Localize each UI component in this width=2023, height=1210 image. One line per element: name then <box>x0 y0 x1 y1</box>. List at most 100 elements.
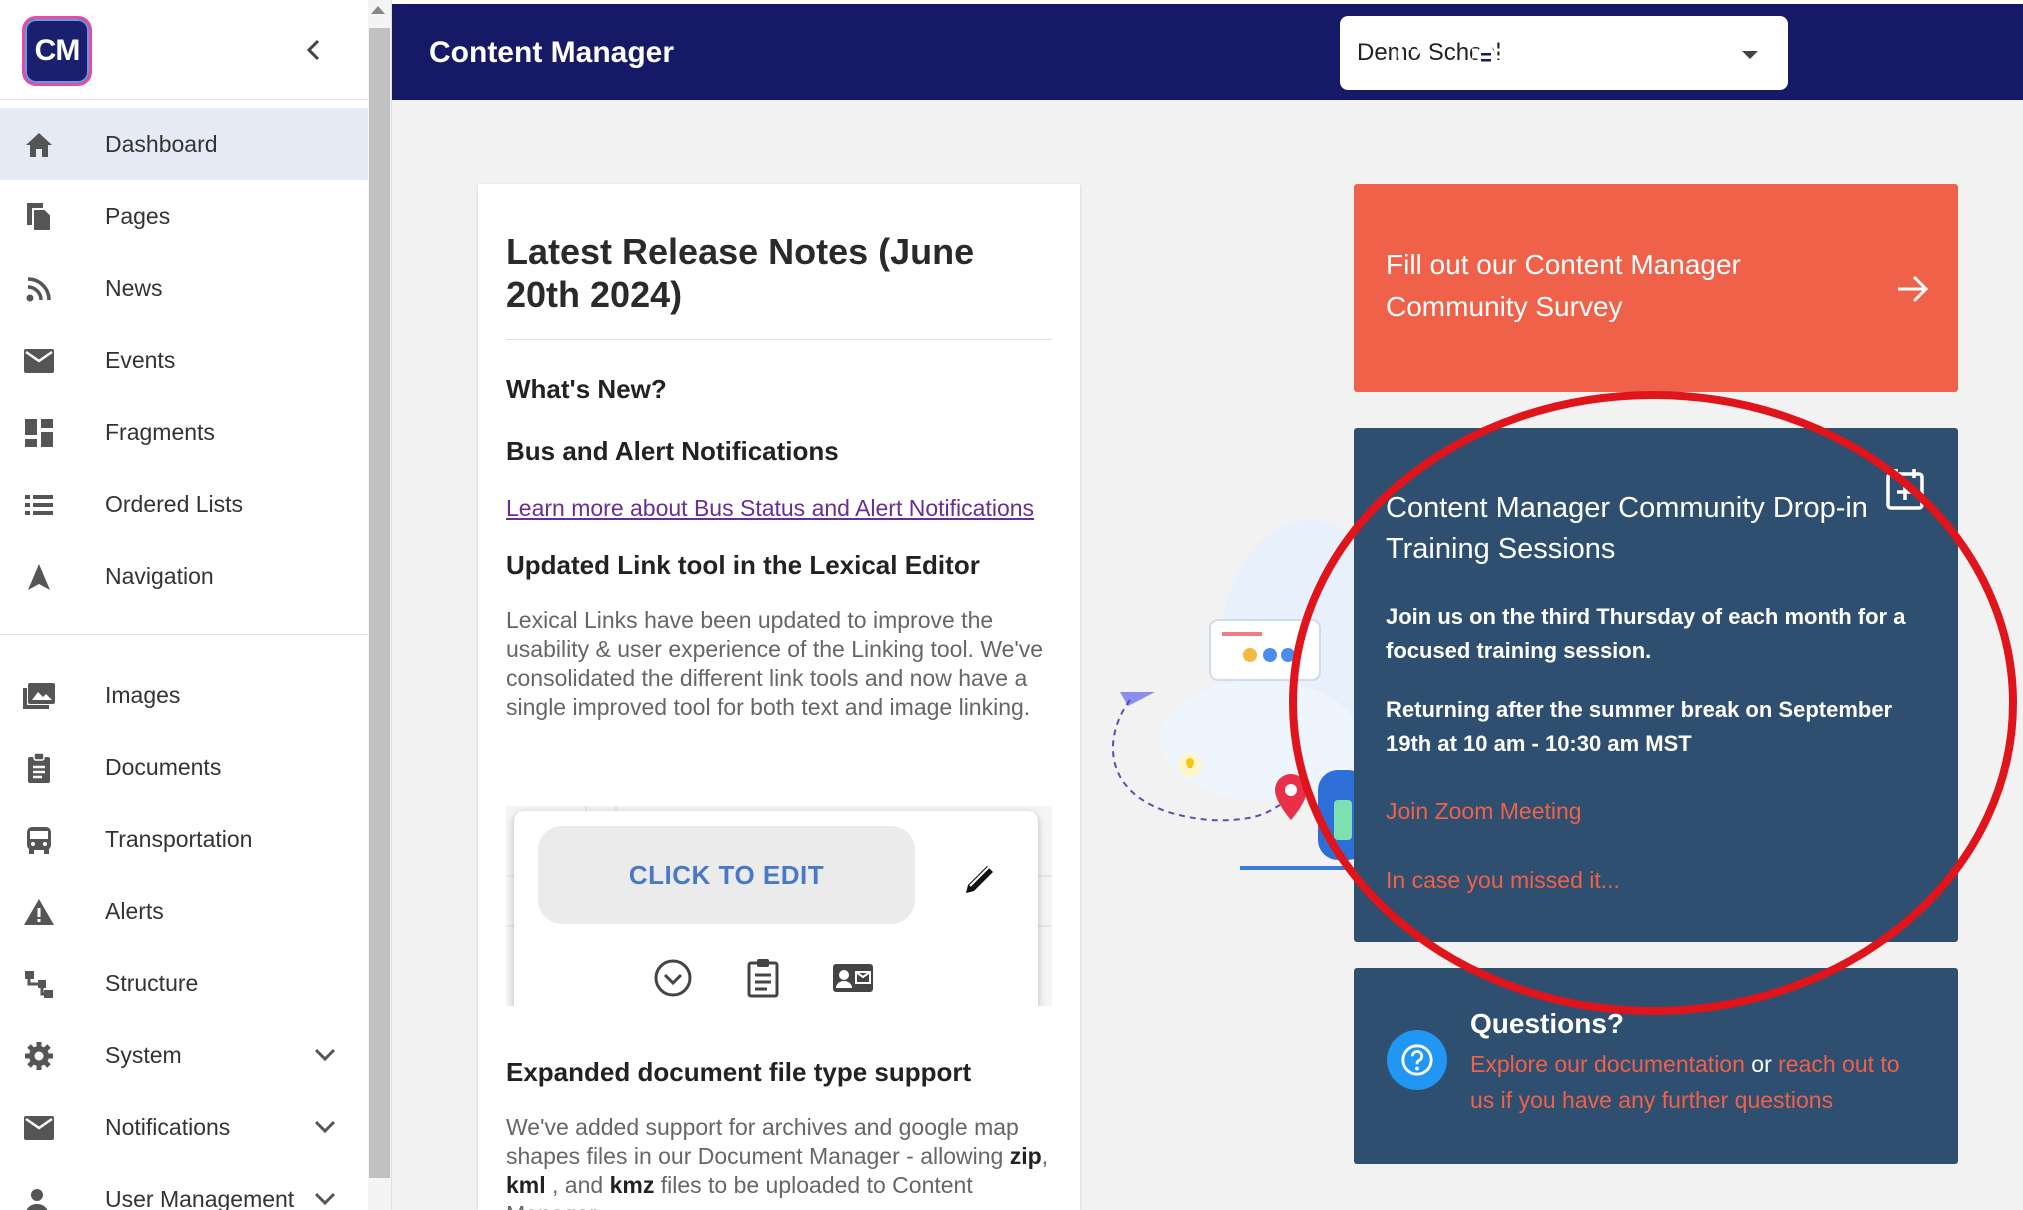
file-type-kml: kml <box>506 1172 546 1198</box>
sidebar-item-label: System <box>105 1041 182 1068</box>
click-to-edit-screenshot: CLICK TO EDIT <box>506 806 1052 1006</box>
sidebar-item-user-management[interactable]: User Management <box>0 1163 368 1210</box>
clipboard-icon[interactable] <box>740 955 786 1001</box>
training-sessions-card: Content Manager Community Drop-in Traini… <box>1354 428 1958 942</box>
click-to-edit-button[interactable]: CLICK TO EDIT <box>538 826 915 924</box>
sidebar: CM Dashboard Pages News Events Fragments Orde… <box>0 0 392 1210</box>
sidebar-item-alerts[interactable]: Alerts <box>0 875 368 947</box>
chevron-circle-down-icon[interactable] <box>650 955 696 1001</box>
scroll-up-arrow-icon[interactable] <box>371 6 385 14</box>
file-type-kmz: kmz <box>609 1172 655 1198</box>
doc-support-sep2: , and <box>545 1172 610 1198</box>
release-notes-card: Latest Release Notes (June 20th 2024) Wh… <box>478 184 1080 1210</box>
whats-new-heading: What's New? <box>506 374 667 404</box>
sidebar-item-label: Pages <box>105 202 171 229</box>
contact-card-icon[interactable] <box>830 955 876 1001</box>
sidebar-item-structure[interactable]: Structure <box>0 947 368 1019</box>
sidebar-item-navigation[interactable]: Navigation <box>0 540 368 612</box>
chevron-down-icon[interactable] <box>310 1115 340 1139</box>
sidebar-divider <box>0 634 368 635</box>
questions-card: Questions? Explore our documentation or … <box>1354 968 1958 1164</box>
training-return-date-text: Returning after the summer break on Sept… <box>1386 697 1893 756</box>
sidebar-item-label: Navigation <box>105 562 214 589</box>
chevron-left-icon <box>306 39 320 61</box>
survey-card[interactable]: Fill out our Content Manager Community S… <box>1354 184 1958 392</box>
app-logo[interactable]: CM <box>22 16 92 86</box>
sidebar-item-label: Transportation <box>105 825 253 852</box>
document-support-heading: Expanded document file type support <box>506 1057 972 1087</box>
bus-icon <box>22 825 56 855</box>
sidebar-item-label: User Management <box>105 1185 295 1210</box>
list-icon <box>22 490 56 520</box>
gear-icon <box>22 1041 56 1071</box>
mail-icon <box>22 346 56 376</box>
mail-icon <box>22 1113 56 1143</box>
sidebar-item-news[interactable]: News <box>0 252 368 324</box>
power-icon[interactable] <box>1540 36 1576 72</box>
documentation-link[interactable]: Explore our documentation <box>1470 1051 1745 1077</box>
chevron-down-icon[interactable] <box>310 1187 340 1210</box>
top-bar: Content Manager Demo School <box>392 0 2023 100</box>
decorative-illustration <box>1112 520 1390 870</box>
warning-icon <box>22 897 56 927</box>
missed-sessions-link[interactable]: In case you missed it... <box>1386 867 1620 894</box>
help-icon[interactable] <box>1396 36 1432 72</box>
sidebar-item-notifications[interactable]: Notifications <box>0 1091 368 1163</box>
structure-icon <box>22 969 56 999</box>
sidebar-item-dashboard[interactable]: Dashboard <box>0 108 368 180</box>
sidebar-item-system[interactable]: System <box>0 1019 368 1091</box>
bus-alert-heading: Bus and Alert Notifications <box>506 436 839 466</box>
sidebar-item-documents[interactable]: Documents <box>0 731 368 803</box>
link-tool-heading: Updated Link tool in the Lexical Editor <box>506 550 980 580</box>
pages-icon <box>22 202 56 232</box>
bus-alert-learn-more-link[interactable]: Learn more about Bus Status and Alert No… <box>506 494 1052 523</box>
user-icon <box>22 1185 56 1210</box>
questions-body: Explore our documentation or reach out t… <box>1470 1046 1930 1118</box>
dropdown-caret-icon <box>1742 51 1758 59</box>
document-support-description: We've added support for archives and goo… <box>506 1113 1052 1210</box>
questions-or-text: or <box>1744 1051 1779 1077</box>
sidebar-item-label: Ordered Lists <box>105 490 244 517</box>
doc-support-sep1: , <box>1041 1143 1049 1169</box>
join-zoom-link[interactable]: Join Zoom Meeting <box>1386 798 1582 825</box>
navigation-arrow-icon <box>22 562 56 592</box>
bug-icon[interactable] <box>1468 36 1504 72</box>
sidebar-item-label: Structure <box>105 969 199 996</box>
clipboard-icon <box>22 752 56 783</box>
collapse-sidebar-button[interactable] <box>296 30 332 70</box>
home-icon <box>22 130 56 160</box>
sidebar-item-label: Images <box>105 681 181 708</box>
rss-icon <box>22 274 56 304</box>
training-title: Content Manager Community Drop-in Traini… <box>1386 492 1868 565</box>
app-title: Content Manager <box>429 36 675 69</box>
sidebar-scrollbar-thumb[interactable] <box>369 28 390 1178</box>
title-divider <box>506 339 1052 340</box>
doc-support-text-a: We've added support for archives and goo… <box>506 1114 1019 1169</box>
pencil-icon[interactable] <box>960 859 1000 899</box>
sidebar-item-label: Fragments <box>105 418 215 445</box>
arrow-right-icon[interactable] <box>1896 274 1930 304</box>
sidebar-item-label: Notifications <box>105 1113 231 1140</box>
questions-title: Questions? <box>1470 1008 1625 1039</box>
sidebar-item-pages[interactable]: Pages <box>0 180 368 252</box>
edit-popover: CLICK TO EDIT <box>514 811 1038 1006</box>
sidebar-item-events[interactable]: Events <box>0 324 368 396</box>
release-notes-title: Latest Release Notes (June 20th 2024) <box>506 231 975 315</box>
sidebar-item-fragments[interactable]: Fragments <box>0 396 368 468</box>
question-circle-icon <box>1387 1030 1447 1090</box>
chevron-down-icon[interactable] <box>310 1043 340 1067</box>
file-type-zip: zip <box>1009 1143 1042 1169</box>
sidebar-item-label: Documents <box>105 753 222 780</box>
training-schedule-text: Join us on the third Thursday of each mo… <box>1386 604 1906 663</box>
sidebar-item-images[interactable]: Images <box>0 659 368 731</box>
sidebar-item-transportation[interactable]: Transportation <box>0 803 368 875</box>
nav-primary: Dashboard Pages News Events Fragments Ordered… <box>0 108 368 612</box>
nav-secondary: Images Documents Transportation Alerts Struc… <box>0 659 368 1210</box>
sidebar-item-label: Dashboard <box>105 130 218 157</box>
images-icon <box>22 681 56 711</box>
link-tool-description: Lexical Links have been updated to impro… <box>506 607 1044 720</box>
sidebar-item-ordered-lists[interactable]: Ordered Lists <box>0 468 368 540</box>
survey-text[interactable]: Fill out our Content Manager Community S… <box>1386 244 1826 328</box>
sidebar-item-label: Alerts <box>105 897 164 924</box>
dashboard-grid-icon <box>22 418 56 448</box>
